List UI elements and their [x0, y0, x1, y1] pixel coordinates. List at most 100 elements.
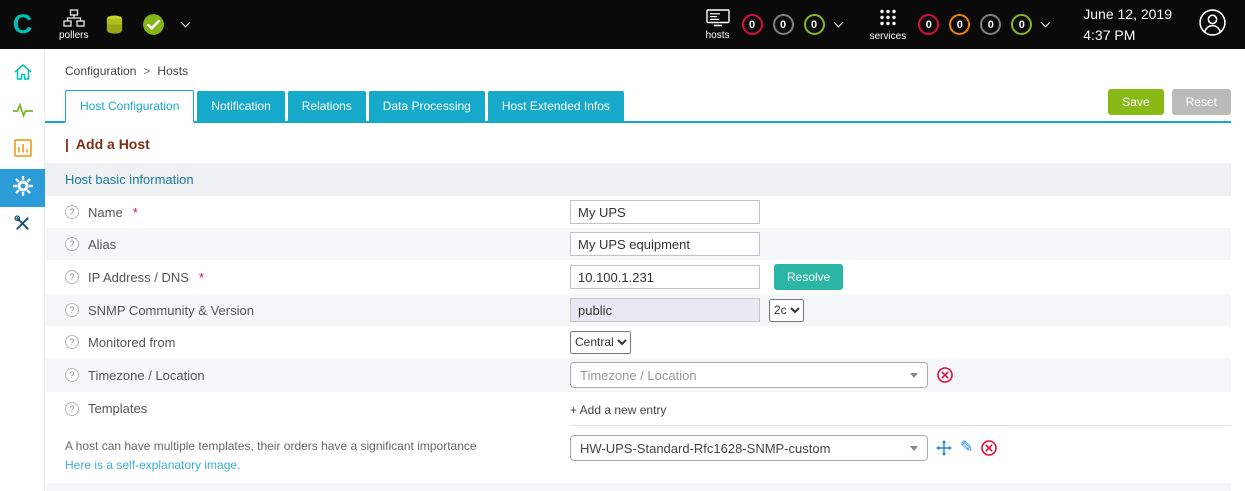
breadcrumb: Configuration > Hosts [45, 49, 1231, 89]
title-text: Add a Host [76, 136, 150, 152]
gear-icon [12, 175, 34, 202]
ip-address-input[interactable] [570, 265, 760, 289]
form-row-name: ? Name * [45, 196, 1231, 228]
form-row-monitored-from: ? Monitored from Central [45, 326, 1231, 358]
ip-address-label: IP Address / DNS [88, 270, 189, 285]
services-unknown-counter[interactable]: 0 [980, 14, 1001, 35]
form-row-templates: ? Templates A host can have multiple tem… [45, 392, 1231, 483]
form-row-timezone: ? Timezone / Location Timezone / Locatio… [45, 358, 1231, 392]
templates-note-link[interactable]: Here is a self-explanatory image. [65, 456, 477, 475]
name-input[interactable] [570, 200, 760, 224]
help-icon[interactable]: ? [65, 368, 79, 382]
section-host-basic-information: Host basic information [45, 163, 1231, 196]
services-warning-counter[interactable]: 0 [949, 14, 970, 35]
form-row-alias: ? Alias [45, 228, 1231, 260]
sidebar-item-home[interactable] [0, 55, 45, 93]
timezone-label: Timezone / Location [88, 368, 205, 383]
delete-template-icon[interactable] [981, 440, 997, 456]
add-template-entry-link[interactable]: + Add a new entry [570, 401, 1231, 426]
templates-note-text: A host can have multiple templates, thei… [65, 437, 477, 456]
help-icon[interactable]: ? [65, 303, 79, 317]
tab-notification[interactable]: Notification [197, 91, 284, 121]
form-row-snmp: ? SNMP Community & Version 2c [45, 294, 1231, 326]
timezone-select[interactable]: Timezone / Location [570, 362, 928, 388]
services-label: services [870, 31, 907, 42]
help-icon[interactable]: ? [65, 402, 79, 416]
topbar-left: pollers [59, 9, 189, 41]
monitored-from-select[interactable]: Central [570, 331, 631, 354]
snmp-community-input[interactable] [570, 298, 760, 322]
heartbeat-icon [12, 102, 34, 123]
dropdown-arrow-icon [910, 373, 918, 378]
tab-relations[interactable]: Relations [288, 91, 366, 121]
move-template-icon[interactable] [936, 440, 952, 456]
services-menu[interactable]: services [870, 8, 907, 42]
help-icon[interactable]: ? [65, 270, 79, 284]
chart-icon [13, 138, 33, 163]
topbar-right: hosts 0 0 0 services 0 0 0 0 [706, 4, 1245, 45]
tab-host-configuration[interactable]: Host Configuration [65, 90, 194, 123]
hosts-counters: 0 0 0 [742, 14, 842, 35]
sidebar-item-administration[interactable] [0, 207, 45, 245]
services-critical-counter[interactable]: 0 [918, 14, 939, 35]
template-selected-value: HW-UPS-Standard-Rfc1628-SNMP-custom [580, 441, 830, 456]
chevron-down-icon[interactable] [1041, 18, 1051, 28]
tab-data-processing[interactable]: Data Processing [369, 91, 485, 121]
services-ok-counter[interactable]: 0 [1011, 14, 1032, 35]
sidebar-item-reporting[interactable] [0, 131, 45, 169]
help-icon[interactable]: ? [65, 205, 79, 219]
topbar: pollers hosts 0 0 0 [0, 0, 1245, 49]
datetime: June 12, 2019 4:37 PM [1083, 4, 1172, 45]
tab-host-extended-infos[interactable]: Host Extended Infos [488, 91, 624, 121]
hosts-down-counter[interactable]: 0 [742, 14, 763, 35]
chevron-down-icon[interactable] [181, 18, 191, 28]
template-select[interactable]: HW-UPS-Standard-Rfc1628-SNMP-custom [570, 435, 928, 461]
pollers-menu[interactable]: pollers [59, 9, 88, 41]
alias-label: Alias [88, 237, 116, 252]
edit-template-icon[interactable] [960, 440, 973, 456]
name-label: Name [88, 205, 123, 220]
breadcrumb-configuration[interactable]: Configuration [65, 64, 136, 78]
breadcrumb-hosts[interactable]: Hosts [157, 64, 188, 78]
dropdown-arrow-icon [910, 446, 918, 451]
content: Configuration > Hosts Host Configuration… [45, 49, 1245, 491]
database-status-icon[interactable] [104, 14, 125, 36]
sidebar-item-configuration[interactable] [0, 169, 45, 207]
title-bar-glyph: | [65, 136, 69, 152]
timezone-placeholder: Timezone / Location [580, 368, 697, 383]
templates-note: A host can have multiple templates, thei… [65, 437, 477, 474]
help-icon[interactable]: ? [65, 237, 79, 251]
centreon-app: pollers hosts 0 0 0 [0, 0, 1245, 491]
pollers-icon [63, 9, 85, 27]
snmp-label: SNMP Community & Version [88, 303, 254, 318]
hosts-menu[interactable]: hosts [706, 9, 730, 41]
templates-label: Templates [88, 401, 147, 416]
reset-button[interactable]: Reset [1172, 89, 1231, 115]
chevron-down-icon[interactable] [833, 18, 843, 28]
help-icon[interactable]: ? [65, 335, 79, 349]
user-menu-icon[interactable] [1198, 8, 1227, 42]
hosts-up-counter[interactable]: 0 [804, 14, 825, 35]
time-text: 4:37 PM [1083, 25, 1172, 45]
save-button[interactable]: Save [1108, 89, 1163, 115]
hosts-label: hosts [706, 30, 730, 41]
tools-icon [13, 214, 32, 238]
home-icon [13, 62, 33, 87]
tab-bar: Host Configuration Notification Relation… [45, 89, 1231, 123]
resolve-button[interactable]: Resolve [774, 264, 843, 290]
monitored-from-label: Monitored from [88, 335, 175, 350]
clear-timezone-icon[interactable] [937, 367, 953, 383]
form-row-ip-address: ? IP Address / DNS * Resolve [45, 260, 1231, 294]
page-title: | Add a Host [65, 136, 1231, 152]
sidebar-item-monitoring[interactable] [0, 93, 45, 131]
services-counters: 0 0 0 0 [918, 14, 1049, 35]
alias-input[interactable] [570, 232, 760, 256]
required-marker: * [199, 270, 204, 285]
poller-status-ok-icon[interactable] [141, 12, 166, 37]
services-icon [878, 8, 898, 28]
hosts-unreachable-counter[interactable]: 0 [773, 14, 794, 35]
centreon-logo[interactable] [0, 0, 45, 49]
date-text: June 12, 2019 [1083, 4, 1172, 24]
required-marker: * [133, 205, 138, 220]
snmp-version-select[interactable]: 2c [769, 299, 804, 322]
